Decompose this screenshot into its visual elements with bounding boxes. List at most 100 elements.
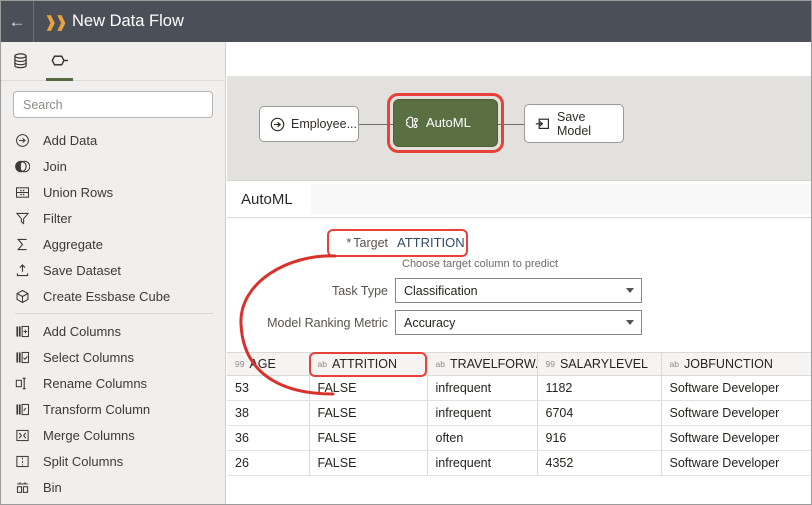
sidebar-item-union-rows[interactable]: Union Rows	[1, 179, 225, 205]
table-cell: Software Developer	[661, 375, 811, 401]
column-type-badge: ab	[669, 359, 679, 369]
table-column-header-age[interactable]: 99 AGE	[227, 352, 310, 376]
table-cell: 36	[227, 425, 310, 451]
sidebar-item-label: Split Columns	[43, 453, 124, 469]
top-header-bar: ← ❱❱ New Data Flow	[1, 1, 811, 42]
automl-form: * Target ATTRITION Choose target column t…	[227, 218, 811, 352]
sidebar-item-label: Filter	[43, 210, 72, 226]
sidebar-item-filter[interactable]: Filter	[1, 205, 225, 231]
task-type-select[interactable]: Classification	[395, 278, 642, 303]
table-row[interactable]: 38 FALSE infrequent 6704 Software Developer	[227, 400, 811, 426]
model-ranking-metric-row: Model Ranking Metric Accuracy	[227, 310, 811, 335]
table-row[interactable]: 36 FALSE often 916 Software Developer	[227, 425, 811, 451]
sidebar-item-create-essbase-cube[interactable]: Create Essbase Cube	[1, 283, 225, 309]
table-column-header-travelforw[interactable]: ab TRAVELFORW...	[427, 352, 538, 376]
flow-node-automl[interactable]: AutoML	[393, 99, 498, 147]
data-flow-canvas[interactable]: Employee... AutoML Save Model	[227, 76, 811, 181]
double-chevron-right-icon: ❱❱	[44, 13, 67, 31]
flow-node-save-model[interactable]: Save Model	[524, 104, 624, 143]
table-cell: Software Developer	[661, 425, 811, 451]
table-cell: 4352	[537, 450, 662, 476]
sidebar-item-join[interactable]: Join	[1, 153, 225, 179]
sidebar-item-rename-columns[interactable]: Rename Columns	[1, 370, 225, 396]
search-input[interactable]	[13, 91, 213, 118]
table-cell: FALSE	[309, 425, 428, 451]
sidebar-divider	[15, 313, 213, 314]
sidebar-item-label: Create Essbase Cube	[43, 288, 171, 304]
table-column-header-attrition[interactable]: ab ATTRITION	[309, 352, 428, 376]
application-window: ← ❱❱ New Data Flow Search Add Data Join …	[0, 0, 812, 505]
sidebar-item-label: Transform Column	[43, 401, 151, 417]
sidebar-search-container	[1, 81, 225, 125]
task-type-value: Classification	[404, 283, 478, 298]
tab-automl[interactable]: AutoML	[227, 181, 307, 218]
sidebar-item-label: Bin	[43, 479, 62, 495]
panel-tab-row: AutoML	[227, 181, 811, 218]
sidebar-item-bin[interactable]: Bin	[1, 474, 225, 500]
table-cell: infrequent	[427, 450, 538, 476]
funnel-icon	[15, 209, 35, 227]
table-cell: often	[427, 425, 538, 451]
target-field-row: * Target ATTRITION	[227, 234, 811, 251]
sidebar-item-merge-columns[interactable]: Merge Columns	[1, 422, 225, 448]
arrow-in-circle-icon	[15, 131, 35, 149]
sidebar-item-add-columns[interactable]: Add Columns	[1, 318, 225, 344]
table-column-header-salarylevel[interactable]: 99 SALARYLEVEL	[537, 352, 662, 376]
data-sources-tab[interactable]	[13, 42, 28, 81]
join-circles-icon	[15, 157, 35, 175]
table-cell: Software Developer	[661, 400, 811, 426]
sidebar-item-transform-column[interactable]: Transform Column	[1, 396, 225, 422]
column-type-badge: ab	[317, 359, 327, 369]
table-header-row: 99 AGE ab ATTRITION ab TRAVELFORW... 99 SALARYL…	[227, 352, 811, 376]
column-type-badge: 99	[235, 359, 245, 369]
table-cell: FALSE	[309, 375, 428, 401]
sidebar-item-label: Rename Columns	[43, 375, 148, 391]
column-name: AGE	[249, 357, 276, 371]
table-column-header-jobfunction[interactable]: ab JOBFUNCTION	[661, 352, 811, 376]
sidebar-item-label: Aggregate	[43, 236, 103, 252]
data-preview-table-container: 99 AGE ab ATTRITION ab TRAVELFORW... 99 SALARYL…	[227, 352, 811, 476]
sigma-icon	[15, 235, 35, 253]
table-cell: 53	[227, 375, 310, 401]
left-arrow-icon: ←	[8, 12, 26, 31]
add-columns-icon	[15, 322, 35, 340]
back-button[interactable]: ←	[1, 1, 34, 42]
data-flow-tab[interactable]	[46, 42, 73, 81]
flow-node-employee-source[interactable]: Employee...	[259, 106, 359, 142]
table-cell: 38	[227, 400, 310, 426]
expand-panel-button[interactable]: ❱❱	[34, 1, 70, 42]
brain-ml-icon	[404, 115, 420, 131]
table-row[interactable]: 53 FALSE infrequent 1182 Software Developer	[227, 375, 811, 401]
sidebar-tab-strip	[1, 42, 225, 81]
database-icon	[13, 53, 28, 69]
arrow-in-circle-icon	[270, 117, 285, 132]
model-ranking-metric-select[interactable]: Accuracy	[395, 310, 642, 335]
required-asterisk: *	[346, 235, 352, 250]
sidebar-item-aggregate[interactable]: Aggregate	[1, 231, 225, 257]
column-name: TRAVELFORW...	[449, 357, 537, 371]
table-cell: 916	[537, 425, 662, 451]
sidebar-item-add-data[interactable]: Add Data	[1, 127, 225, 153]
transform-column-icon	[15, 400, 35, 418]
save-model-icon	[535, 116, 551, 132]
sidebar-item-label: Save Dataset	[43, 262, 122, 278]
table-cell: 1182	[537, 375, 662, 401]
sidebar-item-save-dataset[interactable]: Save Dataset	[1, 257, 225, 283]
column-name: JOBFUNCTION	[683, 357, 773, 371]
column-type-badge: ab	[435, 359, 445, 369]
flow-node-label: AutoML	[426, 114, 471, 130]
target-value[interactable]: ATTRITION	[395, 234, 467, 251]
table-row[interactable]: 26 FALSE infrequent 4352 Software Developer	[227, 450, 811, 476]
automl-config-panel: AutoML * Target ATTRITION Choose target c…	[227, 181, 811, 476]
select-columns-icon	[15, 348, 35, 366]
table-body: 53 FALSE infrequent 1182 Software Developer 3…	[227, 375, 811, 476]
chevron-down-icon	[626, 288, 634, 293]
sidebar-item-select-columns[interactable]: Select Columns	[1, 344, 225, 370]
column-type-badge: 99	[545, 359, 555, 369]
model-ranking-metric-label: Model Ranking Metric	[267, 315, 388, 330]
sidebar-item-split-columns[interactable]: Split Columns	[1, 448, 225, 474]
cube-icon	[15, 287, 35, 305]
union-rows-icon	[15, 183, 35, 201]
sidebar-item-label: Merge Columns	[43, 427, 135, 443]
sidebar-item-group[interactable]: Group	[1, 500, 225, 504]
